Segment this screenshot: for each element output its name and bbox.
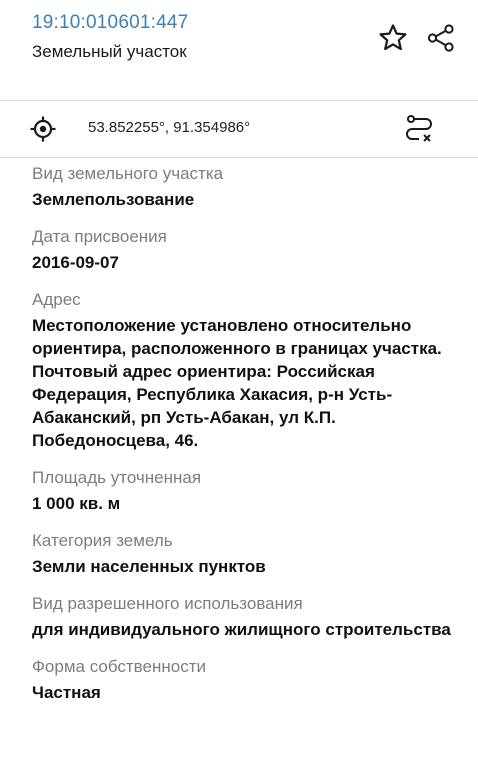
coordinates-row: 53.852255°, 91.354986° xyxy=(0,101,478,157)
route-icon[interactable] xyxy=(402,112,436,146)
field-label: Вид разрешенного использования xyxy=(32,594,303,613)
field-ownership-form: Форма собственности Частная xyxy=(32,656,462,704)
favorite-button[interactable] xyxy=(377,22,409,54)
card-header: 19:10:010601:447 Земельный участок xyxy=(0,0,478,100)
object-type-subtitle: Земельный участок xyxy=(32,42,187,61)
field-value: Местоположение установлено относительно … xyxy=(32,316,442,450)
field-label: Вид земельного участка xyxy=(32,164,224,183)
field-permitted-use: Вид разрешенного использования для индив… xyxy=(32,593,462,641)
cadastral-number[interactable]: 19:10:010601:447 xyxy=(32,12,188,34)
field-value: 1 000 кв. м xyxy=(32,494,121,513)
field-value: 2016-09-07 xyxy=(32,253,119,272)
field-area: Площадь уточненная 1 000 кв. м xyxy=(32,467,462,515)
coordinates-divider xyxy=(0,157,478,158)
star-icon xyxy=(379,24,407,51)
field-value: для индивидуального жилищного строительс… xyxy=(32,620,451,639)
field-value: Землепользование xyxy=(32,190,195,209)
field-label: Площадь уточненная xyxy=(32,468,202,487)
field-land-type: Вид земельного участка Землепользование xyxy=(32,163,462,211)
share-button[interactable] xyxy=(425,22,457,54)
field-label: Дата присвоения xyxy=(32,227,167,246)
field-label: Адрес xyxy=(32,290,81,309)
field-value: Земли населенных пунктов xyxy=(32,557,266,576)
crosshair-icon[interactable] xyxy=(29,115,57,143)
field-label: Форма собственности xyxy=(32,657,206,676)
field-value: Частная xyxy=(32,683,101,702)
field-land-category: Категория земель Земли населенных пункто… xyxy=(32,530,462,578)
field-assignment-date: Дата присвоения 2016-09-07 xyxy=(32,226,462,274)
share-icon xyxy=(427,24,454,52)
field-label: Категория земель xyxy=(32,531,173,550)
coordinates-text[interactable]: 53.852255°, 91.354986° xyxy=(88,119,250,136)
attributes-list: Вид земельного участка Землепользование … xyxy=(32,163,462,719)
field-address: Адрес Местоположение установлено относит… xyxy=(32,289,462,452)
